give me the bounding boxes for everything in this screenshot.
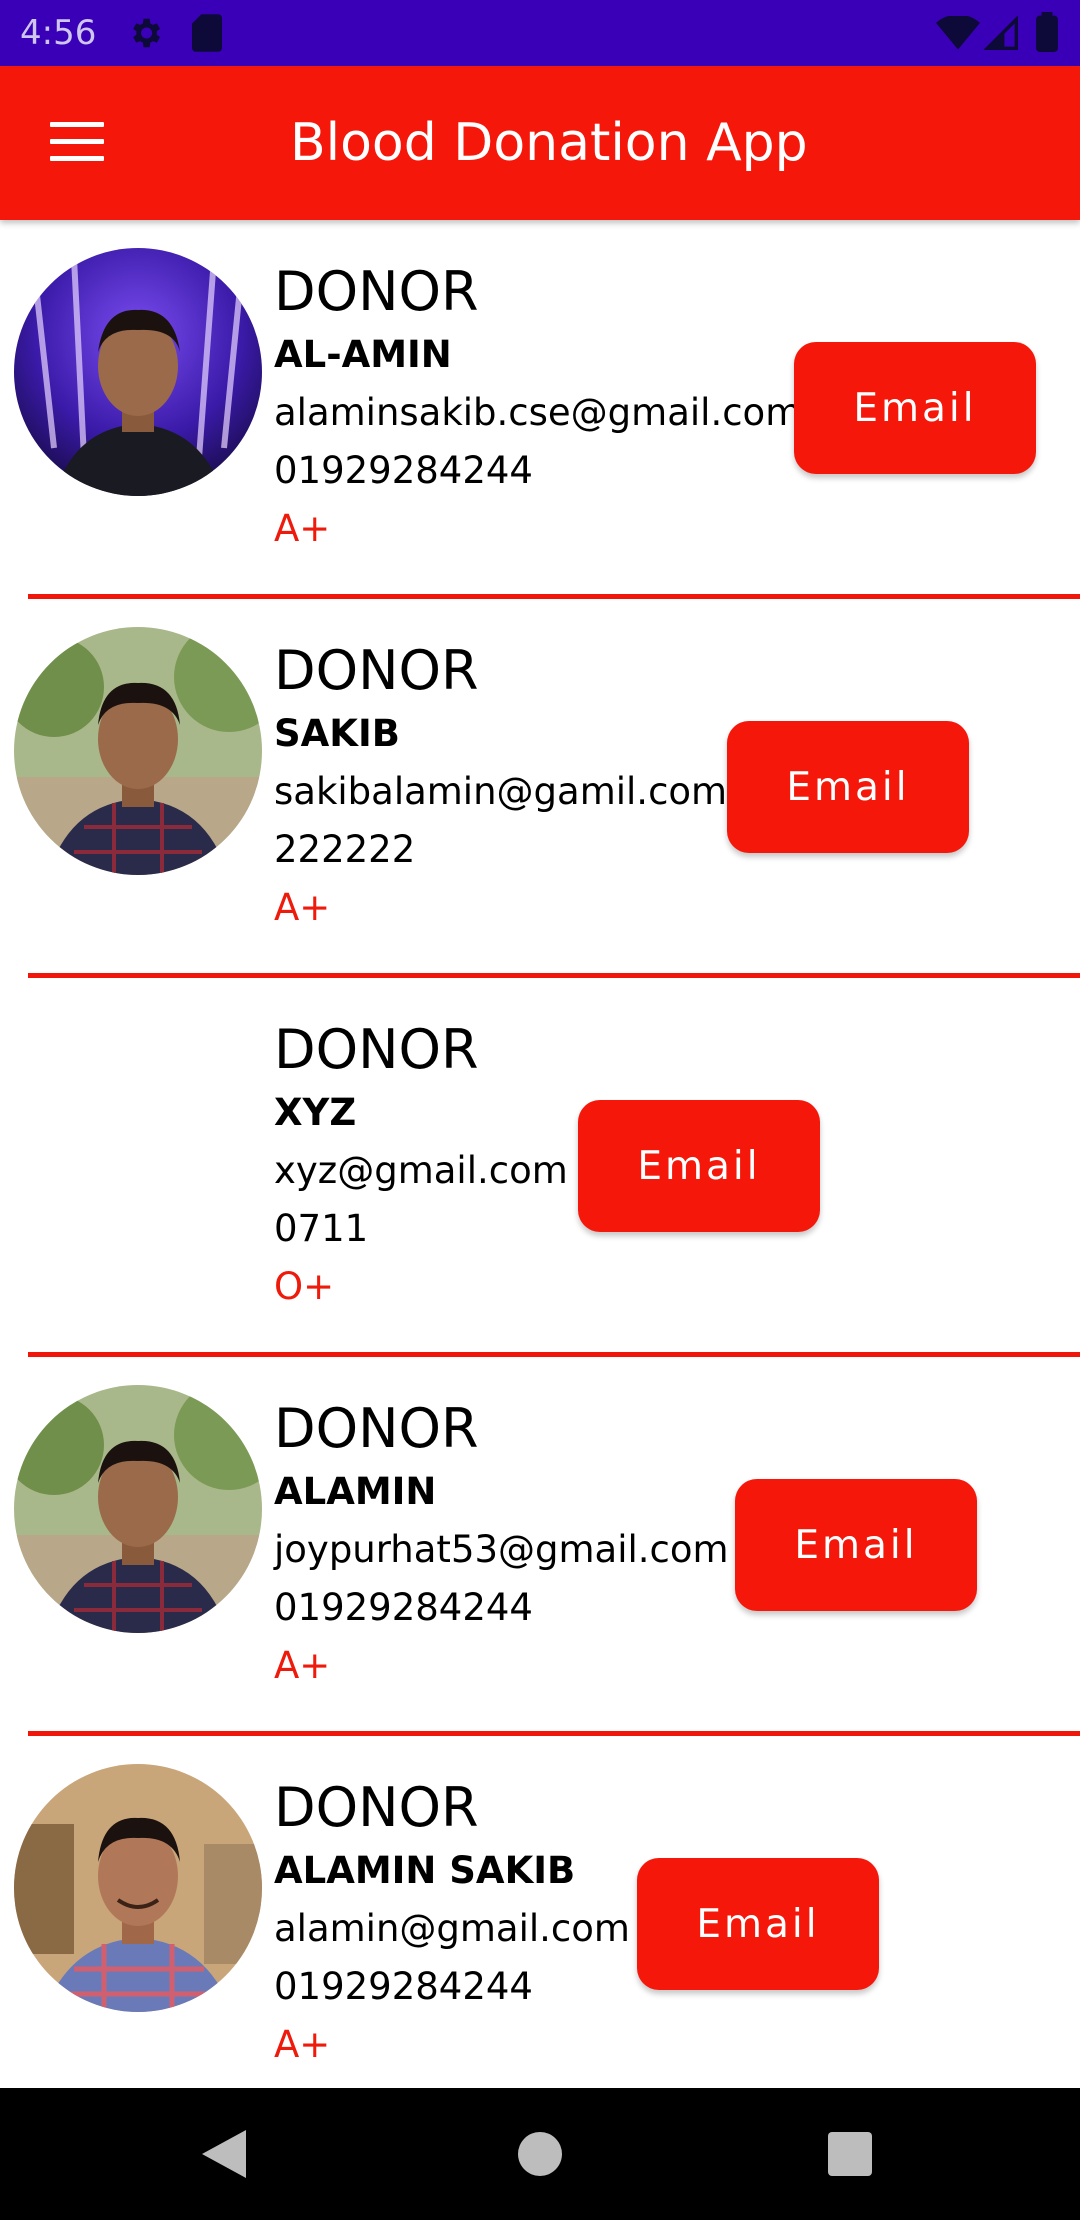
- donor-list-item: DONOR ALAMIN SAKIB alamin@gmail.com 0192…: [0, 1736, 1080, 2115]
- donor-label: DONOR: [274, 1018, 479, 1081]
- donor-label: DONOR: [274, 639, 479, 702]
- battery-icon: [1036, 12, 1058, 52]
- email-button[interactable]: Email: [578, 1100, 820, 1232]
- donor-name: AL-AMIN: [274, 333, 452, 376]
- donor-email: joypurhat53@gmail.com: [274, 1528, 729, 1571]
- wifi-icon: [936, 16, 980, 50]
- donor-avatar: [14, 1764, 262, 2012]
- gear-icon: [133, 18, 161, 48]
- app-title: Blood Donation App: [290, 113, 808, 173]
- email-button[interactable]: Email: [794, 342, 1036, 474]
- donor-name: ALAMIN SAKIB: [274, 1849, 576, 1892]
- donor-name: SAKIB: [274, 712, 400, 755]
- donor-email: alaminsakib.cse@gmail.com: [274, 391, 802, 434]
- donor-email: sakibalamin@gamil.com: [274, 770, 728, 813]
- status-bar: 4:56: [0, 0, 1080, 66]
- donor-email: xyz@gmail.com: [274, 1149, 568, 1192]
- donor-list-item: DONOR AL-AMIN alaminsakib.cse@gmail.com …: [0, 220, 1080, 599]
- donor-phone: 01929284244: [274, 1965, 533, 2008]
- donor-phone: 0711: [274, 1207, 369, 1250]
- email-button[interactable]: Email: [637, 1858, 879, 1990]
- donor-list-item: DONOR XYZ xyz@gmail.com 0711 O+ Email: [0, 978, 1080, 1357]
- donor-name: XYZ: [274, 1091, 357, 1134]
- email-button[interactable]: Email: [735, 1479, 977, 1611]
- back-icon[interactable]: [202, 2130, 246, 2178]
- donor-blood-group: A+: [274, 507, 331, 550]
- donor-avatar: [14, 248, 262, 496]
- status-time: 4:56: [20, 13, 97, 53]
- sd-card-icon: [192, 14, 222, 52]
- donor-email: alamin@gmail.com: [274, 1907, 630, 1950]
- menu-icon[interactable]: [50, 122, 104, 162]
- signal-icon: [984, 16, 1018, 50]
- donor-name: ALAMIN: [274, 1470, 437, 1513]
- recent-apps-icon[interactable]: [828, 2132, 872, 2176]
- donor-blood-group: A+: [274, 2023, 331, 2066]
- donor-blood-group: O+: [274, 1265, 335, 1308]
- donor-label: DONOR: [274, 260, 479, 323]
- donor-avatar: [14, 1385, 262, 1633]
- donor-list-item: DONOR SAKIB sakibalamin@gamil.com 222222…: [0, 599, 1080, 978]
- donor-blood-group: A+: [274, 886, 331, 929]
- donor-phone: 01929284244: [274, 1586, 533, 1629]
- navigation-bar: [0, 2088, 1080, 2220]
- home-icon[interactable]: [518, 2132, 562, 2176]
- donor-list[interactable]: DONOR AL-AMIN alaminsakib.cse@gmail.com …: [0, 220, 1080, 2115]
- email-button[interactable]: Email: [727, 721, 969, 853]
- donor-phone: 222222: [274, 828, 416, 871]
- app-bar: Blood Donation App: [0, 66, 1080, 220]
- donor-label: DONOR: [274, 1776, 479, 1839]
- donor-phone: 01929284244: [274, 449, 533, 492]
- donor-avatar: [14, 627, 262, 875]
- donor-blood-group: A+: [274, 1644, 331, 1687]
- donor-label: DONOR: [274, 1397, 479, 1460]
- donor-list-item: DONOR ALAMIN joypurhat53@gmail.com 01929…: [0, 1357, 1080, 1736]
